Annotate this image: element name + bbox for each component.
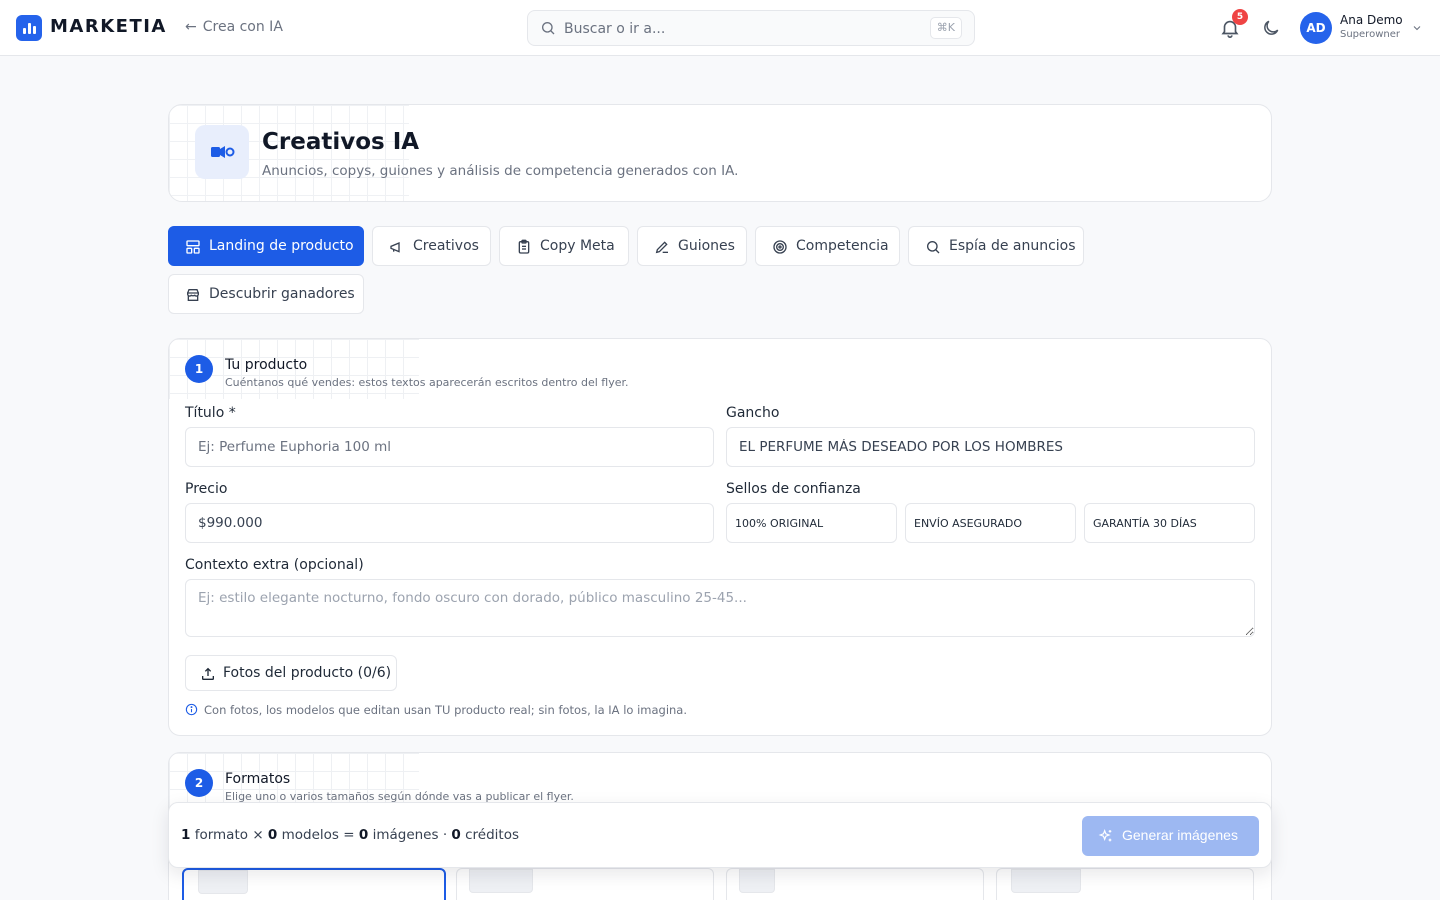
shortcut-hint: ⌘K xyxy=(929,17,962,39)
step-product-card: 1 Tu producto Cuéntanos qué vendes: esto… xyxy=(168,338,1272,736)
creative-icon xyxy=(195,125,249,179)
step-title: Tu producto xyxy=(225,357,308,373)
tab-espia-de-anuncios[interactable]: Espía de anuncios xyxy=(908,226,1084,266)
page-subtitle: Anuncios, copys, guiones y análisis de c… xyxy=(262,163,739,179)
tab-label: Creativos xyxy=(413,238,479,254)
format-preview xyxy=(1011,869,1081,893)
contexto-textarea[interactable] xyxy=(185,579,1255,637)
tab-label: Guiones xyxy=(678,238,735,254)
tab-label: Descubrir ganadores xyxy=(209,286,355,302)
gancho-label: Gancho xyxy=(726,405,780,421)
format-tile[interactable] xyxy=(726,868,984,900)
upload-photos-button[interactable]: Fotos del producto (0/6) xyxy=(185,655,397,691)
page-title: Creativos IA xyxy=(262,129,420,155)
tab-label: Landing de producto xyxy=(209,238,354,254)
tab-label: Copy Meta xyxy=(540,238,615,254)
avatar[interactable]: AD xyxy=(1300,12,1332,44)
sello-input-2[interactable] xyxy=(905,503,1076,543)
back-link[interactable]: ← Crea con IA xyxy=(185,19,283,35)
sellos-label: Sellos de confianza xyxy=(726,481,861,497)
format-tile[interactable] xyxy=(456,868,714,900)
step-number: 2 xyxy=(185,769,213,797)
upload-icon xyxy=(202,667,214,680)
page-header-card: Creativos IA Anuncios, copys, guiones y … xyxy=(168,104,1272,202)
step-title: Formatos xyxy=(225,771,291,787)
tab-copy-meta[interactable]: Copy Meta xyxy=(499,226,629,266)
upload-photos-label: Fotos del producto (0/6) xyxy=(223,665,392,681)
clipboard-icon xyxy=(518,239,530,254)
tab-creativos[interactable]: Creativos xyxy=(372,226,491,266)
layout-icon xyxy=(186,240,200,254)
format-preview xyxy=(739,869,775,893)
tab-competencia[interactable]: Competencia xyxy=(755,226,900,266)
step-number: 1 xyxy=(185,355,213,383)
titulo-input[interactable] xyxy=(185,427,714,467)
tab-label: Espía de anuncios xyxy=(949,238,1076,254)
search-bar[interactable]: ⌘K xyxy=(527,10,975,46)
generate-images-button[interactable]: Generar imágenes xyxy=(1082,816,1259,856)
photos-info: Con fotos, los modelos que editan usan T… xyxy=(185,703,687,717)
arrow-left-icon: ← xyxy=(185,19,197,35)
megaphone-icon xyxy=(390,242,400,253)
brand-name[interactable]: MARKETIA xyxy=(50,16,167,37)
contexto-label: Contexto extra (opcional) xyxy=(185,557,364,573)
tab-guiones[interactable]: Guiones xyxy=(637,226,747,266)
search-input[interactable] xyxy=(564,17,924,41)
tab-descubrir-ganadores[interactable]: Descubrir ganadores xyxy=(168,274,364,314)
photos-info-text: Con fotos, los modelos que editan usan T… xyxy=(204,703,688,717)
generation-summary: 1 formato × 0 modelos = 0 imágenes · 0 c… xyxy=(181,827,520,843)
format-preview xyxy=(198,870,248,894)
precio-input[interactable] xyxy=(185,503,714,543)
store-icon xyxy=(187,289,199,301)
titulo-label: Título * xyxy=(185,405,236,421)
back-label: Crea con IA xyxy=(202,19,283,35)
generate-bar: 1 formato × 0 modelos = 0 imágenes · 0 c… xyxy=(168,802,1272,868)
search-icon xyxy=(542,22,555,35)
gancho-input[interactable] xyxy=(726,427,1255,467)
format-tile[interactable] xyxy=(182,868,446,900)
user-role: Superowner xyxy=(1340,29,1400,40)
top-bar: MARKETIA ← Crea con IA ⌘K 5 AD Ana Demo S… xyxy=(0,0,1440,56)
target-icon xyxy=(773,240,787,254)
precio-label: Precio xyxy=(185,481,228,497)
step-subtitle: Cuéntanos qué vendes: estos textos apare… xyxy=(225,376,629,389)
sello-input-3[interactable] xyxy=(1084,503,1255,543)
chevron-down-icon[interactable] xyxy=(1411,22,1423,34)
tab-landing-de-producto[interactable]: Landing de producto xyxy=(168,226,364,266)
generate-images-label: Generar imágenes xyxy=(1122,827,1238,843)
sello-input-1[interactable] xyxy=(726,503,897,543)
info-icon xyxy=(185,703,198,716)
tab-label: Competencia xyxy=(796,238,889,254)
sparkles-icon xyxy=(1098,828,1112,842)
format-tile[interactable] xyxy=(996,868,1254,900)
moon-icon[interactable] xyxy=(1261,18,1281,38)
pencil-icon xyxy=(655,241,668,254)
logo-icon[interactable] xyxy=(16,15,42,41)
format-preview xyxy=(469,869,533,893)
notification-badge: 5 xyxy=(1232,9,1248,25)
search-icon xyxy=(927,241,940,254)
user-name[interactable]: Ana Demo xyxy=(1340,13,1403,27)
